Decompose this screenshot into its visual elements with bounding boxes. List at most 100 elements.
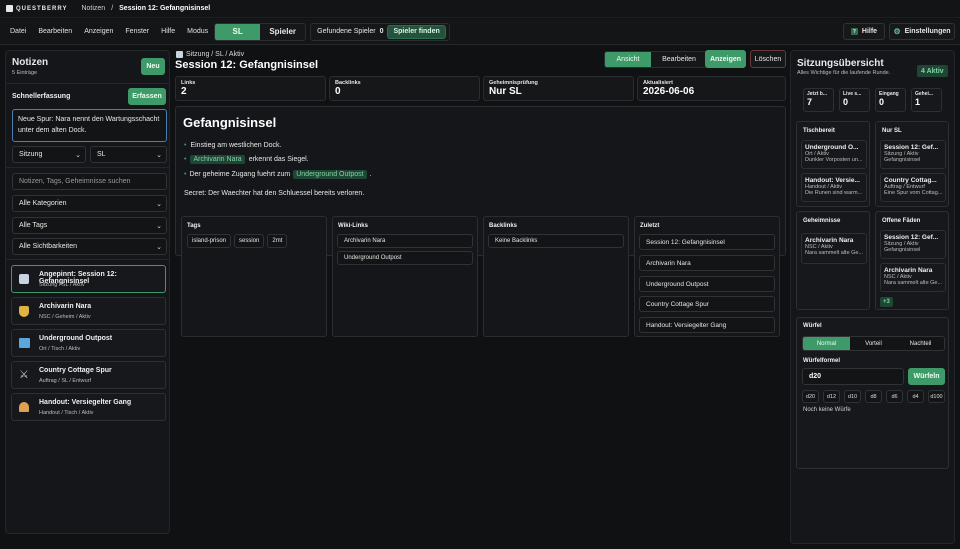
detail-title: Session 12: Gefangnisinsel [175,59,319,71]
overview-item[interactable]: Session 12: Gef... Sitzung / Aktiv Gefangn… [880,230,946,259]
content-bullet: • Archivarin Nara erkennt das Siegel. [184,155,309,164]
mode-player-button[interactable]: Spieler [260,24,305,40]
overview-item[interactable]: Session 12: Gef... Sitzung / Aktiv Gefangn… [880,140,946,169]
roll-button[interactable]: Würfeln [908,368,945,385]
category-filter[interactable]: Alle Kategorien ⌄ [12,195,167,212]
recent-item[interactable]: Underground Outpost [639,276,775,292]
menu-bar: Datei Bearbeiten Anzeigen Fenster Hilfe … [0,19,960,45]
menu-bearbeiten[interactable]: Bearbeiten [38,28,72,35]
dice-d8-button[interactable]: d8 [865,390,882,403]
tag-list: island-prison session 2mt [187,234,288,248]
capture-button[interactable]: Erfassen [128,88,166,105]
overview-item[interactable]: Country Cottag... Auftrag / Entwurf Eine S… [880,173,946,202]
item-title: Archivarin Nara [805,237,854,244]
stat-updated: Aktualisiert 2026-06-06 [637,76,786,101]
item-title: Session 12: Gef... [884,144,939,151]
quick-capture-textarea[interactable]: Neue Spur: Nara nennt den Wartungsschach… [12,109,167,142]
item-title: Country Cottag... [884,177,937,184]
brand-name: QUESTBERRY [16,5,68,12]
bullet-text: Der geheime Zugang fuehrt zum [189,171,291,178]
find-players-button[interactable]: Spieler finden [387,24,446,39]
menu-datei[interactable]: Datei [10,28,26,35]
tags-filter[interactable]: Alle Tags ⌄ [12,217,167,234]
recent-item[interactable]: Handout: Versiegelter Gang [639,317,775,333]
recent-item[interactable]: Archivarin Nara [639,255,775,271]
overview-item[interactable]: Archivarin Nara NSC / Aktiv Nara sammelt a… [880,263,946,292]
breadcrumb-root[interactable]: Notizen [81,5,105,12]
divider [6,259,169,260]
mode-sl-button[interactable]: SL [215,23,261,40]
title-bar: QUESTBERRY Notizen / Session 12: Gefangn… [0,0,960,18]
note-item[interactable]: Underground Outpost Ort / Tisch / Aktiv [11,329,166,357]
visibility-filter-value: Alle Sichtbarkeiten [19,243,77,250]
tag-chip[interactable]: 2mt [267,234,288,248]
dice-formula-input[interactable]: d20 [802,368,904,385]
notes-count: 5 Einträge [12,70,38,76]
tab-edit[interactable]: Bearbeiten [651,52,707,67]
dice-d12-button[interactable]: d12 [823,390,840,403]
dice-mode-disadvantage[interactable]: Nachteil [897,337,944,350]
overview-item[interactable]: Handout: Versie... Handout / Aktiv Die Run… [801,173,867,202]
app-logo: QUESTBERRY [6,5,67,12]
visibility-select[interactable]: SL ⌄ [90,146,167,163]
note-item-title: Archivarin Nara [39,303,92,310]
dice-d10-button[interactable]: d10 [844,390,861,403]
wiki-link-chip[interactable]: Archivarin Nara [190,155,245,164]
help-button[interactable]: ? Hilfe [843,23,885,40]
view-edit-toggle: Ansicht Bearbeiten [604,51,708,68]
dice-mode-advantage[interactable]: Vorteil [850,337,897,350]
dice-mode-normal[interactable]: Normal [803,337,850,350]
note-item[interactable]: Angepinnt: Session 12: Gefangnisinsel Si… [11,265,166,293]
content-bullet: • Der geheime Zugang fuehrt zum Undergroun… [184,170,372,179]
menu-fenster[interactable]: Fenster [125,28,149,35]
note-item[interactable]: Handout: Versiegelter Gang Handout / Tis… [11,393,166,421]
overview-title: Sitzungsübersicht [797,58,884,69]
chevron-down-icon: ⌄ [75,151,81,159]
search-input[interactable]: Notizen, Tags, Geheimnisse suchen [12,173,167,190]
more-threads-button[interactable]: +3 [880,297,893,307]
visibility-filter[interactable]: Alle Sichtbarkeiten ⌄ [12,238,167,255]
wiki-link-item[interactable]: Archivarin Nara [337,234,473,248]
recent-item[interactable]: Country Cottage Spur [639,296,775,312]
found-players-count: 0 [379,28,384,35]
show-button[interactable]: Anzeigen [705,50,746,68]
dice-d4-button[interactable]: d4 [907,390,924,403]
tag-chip[interactable]: session [234,234,265,248]
stat-value: 2026-06-06 [643,86,695,97]
tab-view[interactable]: Ansicht [605,52,651,67]
note-item[interactable]: Archivarin Nara NSC / Geheim / Aktiv [11,297,166,325]
dice-d100-button[interactable]: d100 [928,390,945,403]
dice-d6-button[interactable]: d6 [886,390,903,403]
chevron-down-icon: ⌄ [156,222,162,230]
overview-stat: Gehei... 1 [911,88,942,112]
section-title: Geheimnisse [803,218,841,224]
new-note-button[interactable]: Neu [141,58,165,75]
tag-chip[interactable]: island-prison [187,234,232,248]
note-item-meta: NSC / Geheim / Aktiv [39,314,91,320]
overview-item[interactable]: Archivarin Nara NSC / Aktiv Nara sammelt a… [801,233,867,264]
item-title: Session 12: Gef... [884,234,939,241]
note-item[interactable]: ⚔ Country Cottage Spur Auftrag / SL / En… [11,361,166,389]
bullet-icon: • [184,171,187,178]
bell-icon [19,402,29,412]
wiki-link-chip[interactable]: Underground Outpost [293,170,367,179]
overview-item[interactable]: Underground O... Ort / Aktiv Dunkler Vorpo… [801,140,867,169]
open-threads-section: Offene Fäden Session 12: Gef... Sitzung /… [875,211,949,310]
dice-d20-button[interactable]: d20 [802,390,819,403]
delete-button[interactable]: Löschen [750,50,786,68]
settings-button[interactable]: ⚙ Einstellungen [889,23,955,40]
item-summary: Nara sammelt alte Ge... [805,250,864,256]
breadcrumb-current: Session 12: Gefangnisinsel [119,5,211,12]
item-title: Underground O... [805,144,859,151]
wiki-link-item[interactable]: Underground Outpost [337,251,473,265]
menu-hilfe[interactable]: Hilfe [161,28,175,35]
item-summary: Gefangnisinsel [884,157,921,163]
help-icon: ? [850,28,858,35]
section-title: Tischbereit [803,128,835,134]
settings-button-label: Einstellungen [904,28,951,35]
type-select[interactable]: Sitzung ⌄ [12,146,86,163]
recent-item[interactable]: Session 12: Gefangnisinsel [639,234,775,250]
menu-anzeigen[interactable]: Anzeigen [84,28,113,35]
note-detail: Sitzung / SL / Aktiv Session 12: Gefangn… [173,48,787,545]
chevron-down-icon: ⌄ [156,200,162,208]
